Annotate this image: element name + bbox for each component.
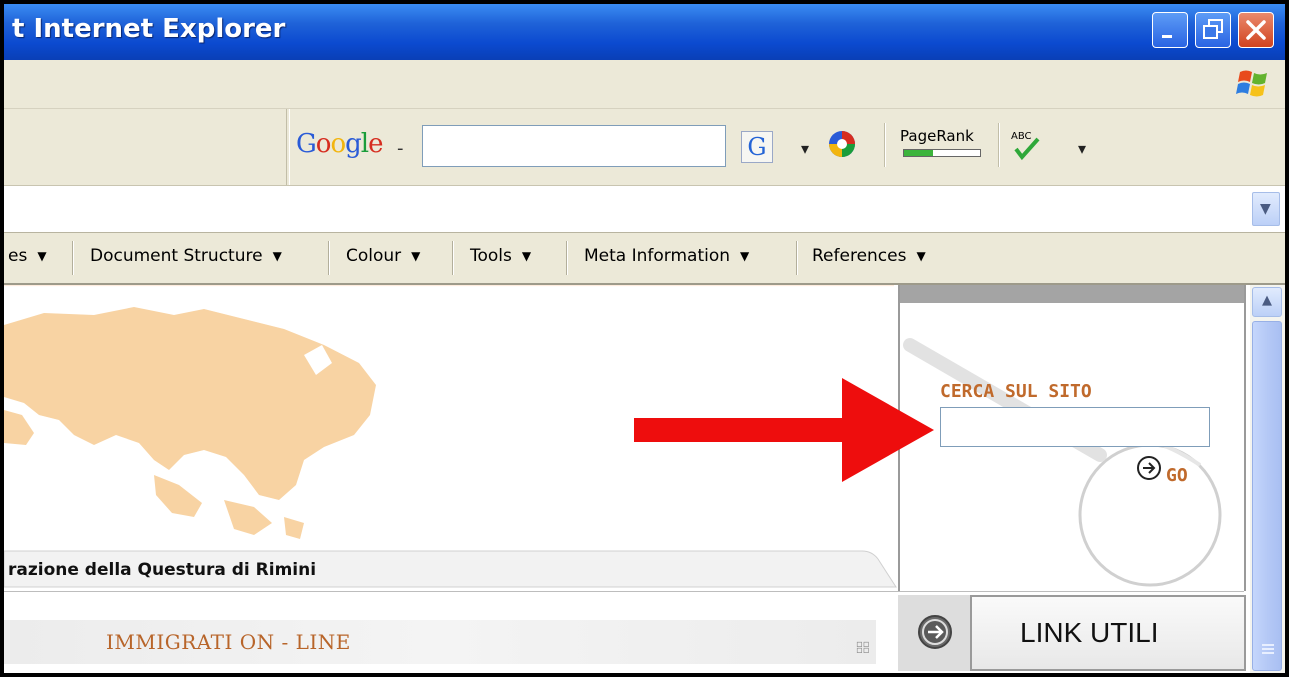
google-logo[interactable]: Google <box>296 129 383 159</box>
windows-logo-icon <box>1236 70 1267 97</box>
dev-menu-label: References <box>812 246 907 266</box>
dev-menu-meta-information[interactable]: Meta Information ▼ <box>584 246 749 266</box>
vertical-scrollbar[interactable]: ▲ <box>1250 285 1285 673</box>
close-button[interactable] <box>1238 12 1274 48</box>
restore-button[interactable] <box>1195 12 1231 48</box>
close-icon <box>1246 20 1266 40</box>
link-utili-button[interactable]: LINK UTILI <box>898 595 1246 671</box>
link-text-box: LINK UTILI <box>972 595 1246 671</box>
google-toolbar: Google - G ▾ PageRank ABC ▾ <box>4 109 1285 186</box>
caret-down-icon: ▼ <box>37 249 47 263</box>
caret-down-icon: ▼ <box>521 249 532 263</box>
address-bar[interactable]: ▼ <box>4 186 1285 233</box>
pagerank-bar <box>903 149 981 157</box>
google-logo-letter: o <box>330 129 346 159</box>
caret-down-icon: ▼ <box>916 249 926 263</box>
minimize-icon <box>1162 35 1172 38</box>
toolbar-separator <box>452 241 454 275</box>
toolbar-separator <box>566 241 568 275</box>
dev-menu-images[interactable]: es ▼ <box>8 246 47 266</box>
dev-menu-label: Tools <box>470 246 512 266</box>
scroll-up-button[interactable]: ▲ <box>1252 287 1282 317</box>
dev-menu-tools[interactable]: Tools ▼ <box>470 246 531 266</box>
toolbar-separator <box>286 109 290 185</box>
pagerank-label: PageRank <box>900 127 974 145</box>
web-developer-toolbar: es ▼ Document Structure ▼ Colour ▼ Tools ▼ M… <box>4 233 1285 285</box>
arrow-right-circle-icon <box>918 615 952 649</box>
dev-menu-label: es <box>8 246 28 266</box>
dev-menu-label: Colour <box>346 246 402 266</box>
google-logo-letter: l <box>360 129 369 159</box>
dev-menu-references[interactable]: References ▼ <box>812 246 926 266</box>
google-search-button[interactable]: G <box>741 131 773 163</box>
go-arrow-icon[interactable] <box>1136 455 1162 481</box>
page-content: razione della Questura di Rimini IMMIGRA… <box>4 285 1246 673</box>
search-options-caret[interactable]: ▾ <box>801 139 809 158</box>
dev-menu-document-structure[interactable]: Document Structure ▼ <box>90 246 282 266</box>
toolbar-separator <box>884 123 886 167</box>
site-search-panel: CERCA SUL SITO GO <box>898 285 1246 591</box>
site-subtitle-tab: razione della Questura di Rimini <box>4 547 899 591</box>
dev-menu-label: Document Structure <box>90 246 263 266</box>
google-logo-letter: e <box>368 129 383 159</box>
caret-down-icon: ▼ <box>740 249 750 263</box>
scroll-thumb[interactable] <box>1252 321 1282 671</box>
section-header-bar: IMMIGRATI ON - LINE ▫▫ ▫▫ <box>4 620 876 664</box>
toolbar-separator <box>328 241 330 275</box>
link-utili-label: LINK UTILI <box>1020 617 1159 648</box>
section-title: IMMIGRATI ON - LINE <box>106 630 351 654</box>
grip-icon <box>1262 644 1274 646</box>
dev-menu-label: Meta Information <box>584 246 731 266</box>
toolbar-separator <box>72 241 74 275</box>
google-logo-letter: o <box>315 129 332 159</box>
google-logo-letter: g <box>345 129 362 159</box>
google-menu-caret[interactable]: - <box>397 138 404 159</box>
google-search-input[interactable] <box>422 125 726 167</box>
title-bar: t Internet Explorer <box>4 4 1285 60</box>
search-label: CERCA SUL SITO <box>940 381 1092 402</box>
chevron-down-icon: ▼ <box>1260 201 1271 217</box>
site-subtitle: razione della Questura di Rimini <box>8 560 317 580</box>
google-logo-letter: G <box>296 129 317 159</box>
pagerank-fill <box>904 150 933 156</box>
grip-icon: ▫▫ ▫▫ <box>856 639 870 656</box>
site-search-input[interactable] <box>940 407 1210 447</box>
spellcheck-icon[interactable]: ABC <box>1010 127 1044 163</box>
menu-bar <box>4 60 1285 109</box>
chevron-up-icon: ▲ <box>1262 293 1272 308</box>
spellcheck-options-caret[interactable]: ▾ <box>1078 139 1086 158</box>
caret-down-icon: ▼ <box>272 249 282 263</box>
link-icon-box <box>898 595 972 671</box>
dev-menu-colour[interactable]: Colour ▼ <box>346 246 420 266</box>
toolbar-separator <box>998 123 1000 167</box>
go-button[interactable]: GO <box>1166 465 1188 486</box>
address-dropdown-button[interactable]: ▼ <box>1252 192 1280 226</box>
spellcheck-label: ABC <box>1011 131 1032 142</box>
window-title: t Internet Explorer <box>12 14 286 44</box>
google-ball-icon[interactable] <box>827 129 857 159</box>
red-arrow-annotation <box>634 378 934 482</box>
restore-icon <box>1203 19 1223 39</box>
caret-down-icon: ▼ <box>411 249 421 263</box>
toolbar-separator <box>796 241 798 275</box>
browser-window: t Internet Explorer Google - G ▾ PageRan… <box>4 4 1285 673</box>
minimize-button[interactable] <box>1152 12 1188 48</box>
